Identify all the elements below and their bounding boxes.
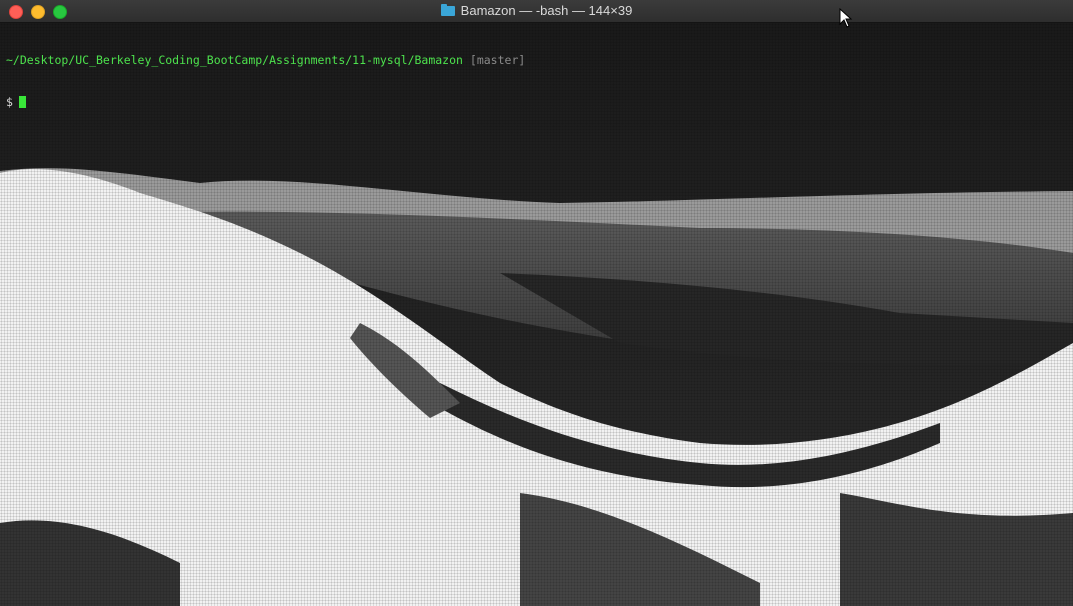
mouse-pointer-icon	[839, 8, 853, 28]
git-branch: [master]	[469, 53, 526, 67]
title-bar[interactable]: Bamazon — -bash — 144×39	[0, 0, 1073, 23]
terminal-window: Bamazon — -bash — 144×39 ~/Desktop/UC_Be…	[0, 0, 1073, 606]
current-directory: ~/Desktop/UC_Berkeley_Coding_BootCamp/As…	[6, 53, 463, 67]
prompt-symbol: $	[6, 95, 13, 109]
text-cursor	[18, 96, 26, 108]
folder-icon	[440, 4, 455, 16]
window-title: Bamazon — -bash — 144×39	[0, 3, 1073, 18]
prompt-path-line: ~/Desktop/UC_Berkeley_Coding_BootCamp/As…	[6, 53, 525, 67]
terminal-content[interactable]: ~/Desktop/UC_Berkeley_Coding_BootCamp/As…	[6, 25, 525, 137]
prompt-input-line[interactable]: $	[6, 95, 525, 109]
window-title-text: Bamazon — -bash — 144×39	[460, 3, 633, 18]
